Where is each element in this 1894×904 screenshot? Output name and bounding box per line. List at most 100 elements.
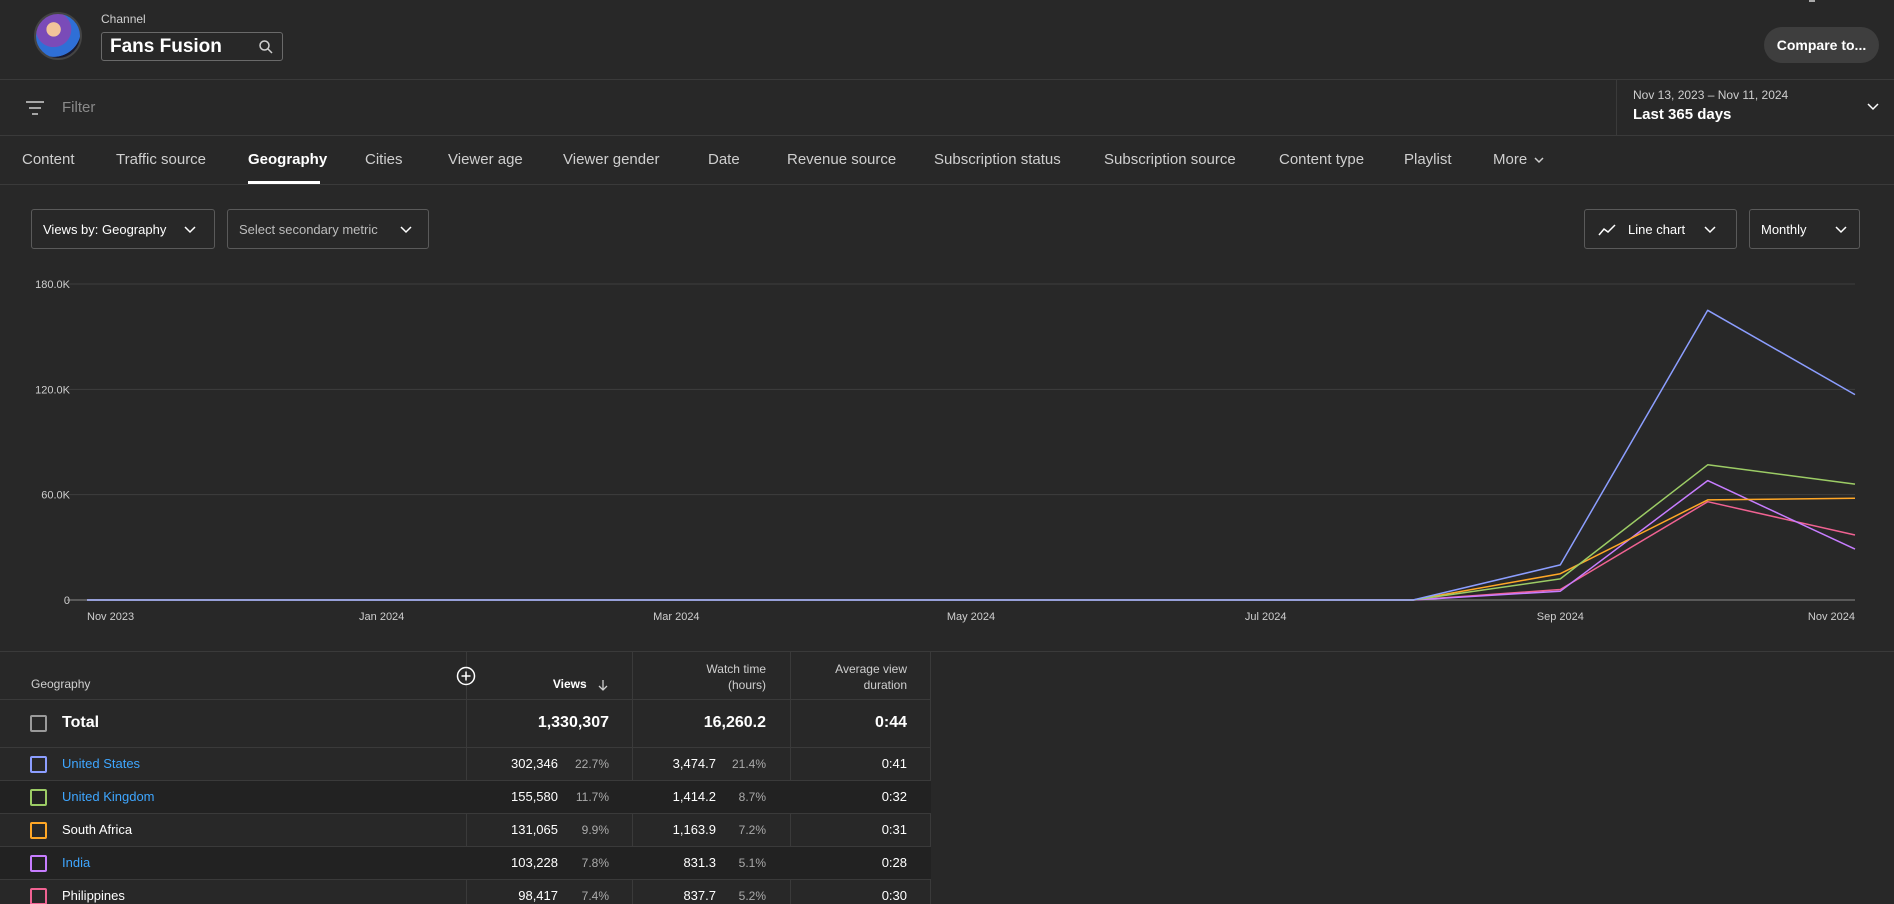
header-avd-line1: Average view <box>835 662 907 676</box>
header-watch-time-line2: (hours) <box>727 678 766 692</box>
granularity-label: Monthly <box>1761 222 1807 237</box>
primary-metric-label: Views by: Geography <box>43 222 167 237</box>
row-avd: 0:28 <box>881 855 907 870</box>
tab-traffic-source[interactable]: Traffic source <box>116 151 206 168</box>
channel-name: Fans Fusion <box>110 36 222 57</box>
tab-revenue-source[interactable]: Revenue source <box>787 151 896 168</box>
row-views-pct: 7.4% <box>581 889 609 903</box>
tab-cities[interactable]: Cities <box>365 151 403 168</box>
row-watch-pct: 7.2% <box>738 823 766 837</box>
filter-bar: Filter Nov 13, 2023 – Nov 11, 2024 Last … <box>0 80 1894 136</box>
row-avd: 0:41 <box>881 756 907 771</box>
row-checkbox[interactable] <box>30 888 47 904</box>
row-geography[interactable]: United Kingdom <box>62 789 155 804</box>
filter-icon[interactable] <box>26 101 44 115</box>
x-tick-label: Nov 2023 <box>87 611 134 623</box>
series-line <box>87 500 1856 601</box>
x-tick-label: Nov 2024 <box>1808 611 1855 623</box>
total-row: Total 1,330,307 16,260.2 0:44 <box>0 699 931 747</box>
header: Channel Fans Fusion Compare to... <box>0 0 1894 80</box>
tab-more[interactable]: More <box>1493 151 1545 168</box>
chart-type-label: Line chart <box>1628 222 1686 237</box>
series-line <box>87 464 1856 601</box>
header-watch-time-line1: Watch time <box>706 662 766 676</box>
row-views-pct: 11.7% <box>575 790 609 804</box>
date-period-text: Last 365 days <box>1633 106 1732 123</box>
tab-geography[interactable]: Geography <box>248 151 327 168</box>
compare-button[interactable]: Compare to... <box>1764 27 1879 63</box>
y-tick-label: 180.0K <box>35 279 71 291</box>
row-watch-time: 1,163.9 <box>672 822 716 837</box>
x-tick-label: May 2024 <box>947 611 995 623</box>
total-watch-time: 16,260.2 <box>703 714 766 731</box>
header-geography[interactable]: Geography <box>31 676 90 692</box>
y-tick-label: 120.0K <box>35 384 71 396</box>
chevron-down-icon <box>1867 103 1879 111</box>
row-watch-pct: 5.2% <box>738 889 766 903</box>
row-views: 98,417 <box>518 888 558 903</box>
table-row: United States 302,346 22.7% 3,474.7 21.4% 0:4… <box>0 747 931 780</box>
chevron-down-icon <box>184 226 196 234</box>
row-geography[interactable]: India <box>62 855 90 870</box>
tab-viewer-gender[interactable]: Viewer gender <box>563 151 659 168</box>
tab-content[interactable]: Content <box>22 151 75 168</box>
secondary-metric-dropdown[interactable]: Select secondary metric <box>227 209 429 249</box>
date-range-picker[interactable]: Nov 13, 2023 – Nov 11, 2024 Last 365 day… <box>1616 80 1894 136</box>
tab-date[interactable]: Date <box>708 151 740 168</box>
add-column-icon[interactable] <box>456 666 476 686</box>
header-views-label: Views <box>552 677 587 691</box>
total-label: Total <box>62 714 100 731</box>
date-range-text: Nov 13, 2023 – Nov 11, 2024 <box>1633 88 1789 102</box>
channel-selector[interactable]: Fans Fusion <box>101 32 283 61</box>
row-checkbox[interactable] <box>30 855 47 872</box>
row-watch-pct: 21.4% <box>731 757 766 771</box>
chevron-down-icon <box>1534 157 1544 164</box>
row-watch-pct: 8.7% <box>738 790 766 804</box>
filter-input[interactable]: Filter <box>62 99 95 116</box>
channel-label: Channel <box>101 12 146 26</box>
total-views: 1,330,307 <box>537 714 609 731</box>
header-views[interactable]: Views <box>540 676 610 692</box>
row-checkbox[interactable] <box>30 789 47 806</box>
chart-type-dropdown[interactable]: Line chart <box>1584 209 1737 249</box>
x-tick-label: Jul 2024 <box>1245 611 1287 623</box>
header-average-view-duration[interactable]: Average view duration <box>800 661 907 693</box>
tab-content-type[interactable]: Content type <box>1279 151 1364 168</box>
table-row: India 103,228 7.8% 831.3 5.1% 0:28 <box>0 846 931 879</box>
x-tick-label: Jan 2024 <box>359 611 404 623</box>
chevron-down-icon <box>1835 226 1847 234</box>
analytics-page: Channel Fans Fusion Compare to... Filter… <box>0 0 1894 904</box>
row-avd: 0:31 <box>881 822 907 837</box>
header-watch-time[interactable]: Watch time (hours) <box>640 661 766 693</box>
geography-table: Geography Views Watch time (hours) Avera… <box>0 651 931 904</box>
table-row: United Kingdom 155,580 11.7% 1,414.2 8.7% 0:3… <box>0 780 931 813</box>
row-views: 131,065 <box>511 822 558 837</box>
tab-subscription-source[interactable]: Subscription source <box>1104 151 1236 168</box>
row-views: 103,228 <box>511 855 558 870</box>
tab-subscription-status[interactable]: Subscription status <box>934 151 1061 168</box>
granularity-dropdown[interactable]: Monthly <box>1749 209 1860 249</box>
channel-avatar[interactable] <box>34 12 82 60</box>
row-geography[interactable]: United States <box>62 756 140 771</box>
total-avd: 0:44 <box>874 714 907 731</box>
active-tab-indicator <box>248 181 320 184</box>
row-views: 155,580 <box>511 789 558 804</box>
tab-more-label: More <box>1493 151 1528 168</box>
header-avd-line2: duration <box>863 678 907 692</box>
tab-playlist[interactable]: Playlist <box>1404 151 1452 168</box>
tab-viewer-age[interactable]: Viewer age <box>448 151 523 168</box>
row-views-pct: 9.9% <box>581 823 609 837</box>
primary-metric-dropdown[interactable]: Views by: Geography <box>31 209 215 249</box>
series-line <box>87 479 1856 601</box>
row-avd: 0:32 <box>881 789 907 804</box>
chart-area: 0 60.0K 120.0K 180.0K Nov 2023 Jan 2024 Mar 20… <box>0 270 1894 630</box>
row-checkbox[interactable] <box>30 756 47 773</box>
row-checkbox[interactable] <box>30 822 47 839</box>
secondary-metric-label: Select secondary metric <box>239 222 378 237</box>
x-tick-label: Mar 2024 <box>653 611 699 623</box>
total-checkbox[interactable] <box>30 715 47 732</box>
table-row: Philippines 98,417 7.4% 837.7 5.2% 0:30 <box>0 879 931 904</box>
row-views-pct: 22.7% <box>574 757 609 771</box>
row-views: 302,346 <box>511 756 558 771</box>
search-icon[interactable] <box>258 39 274 55</box>
